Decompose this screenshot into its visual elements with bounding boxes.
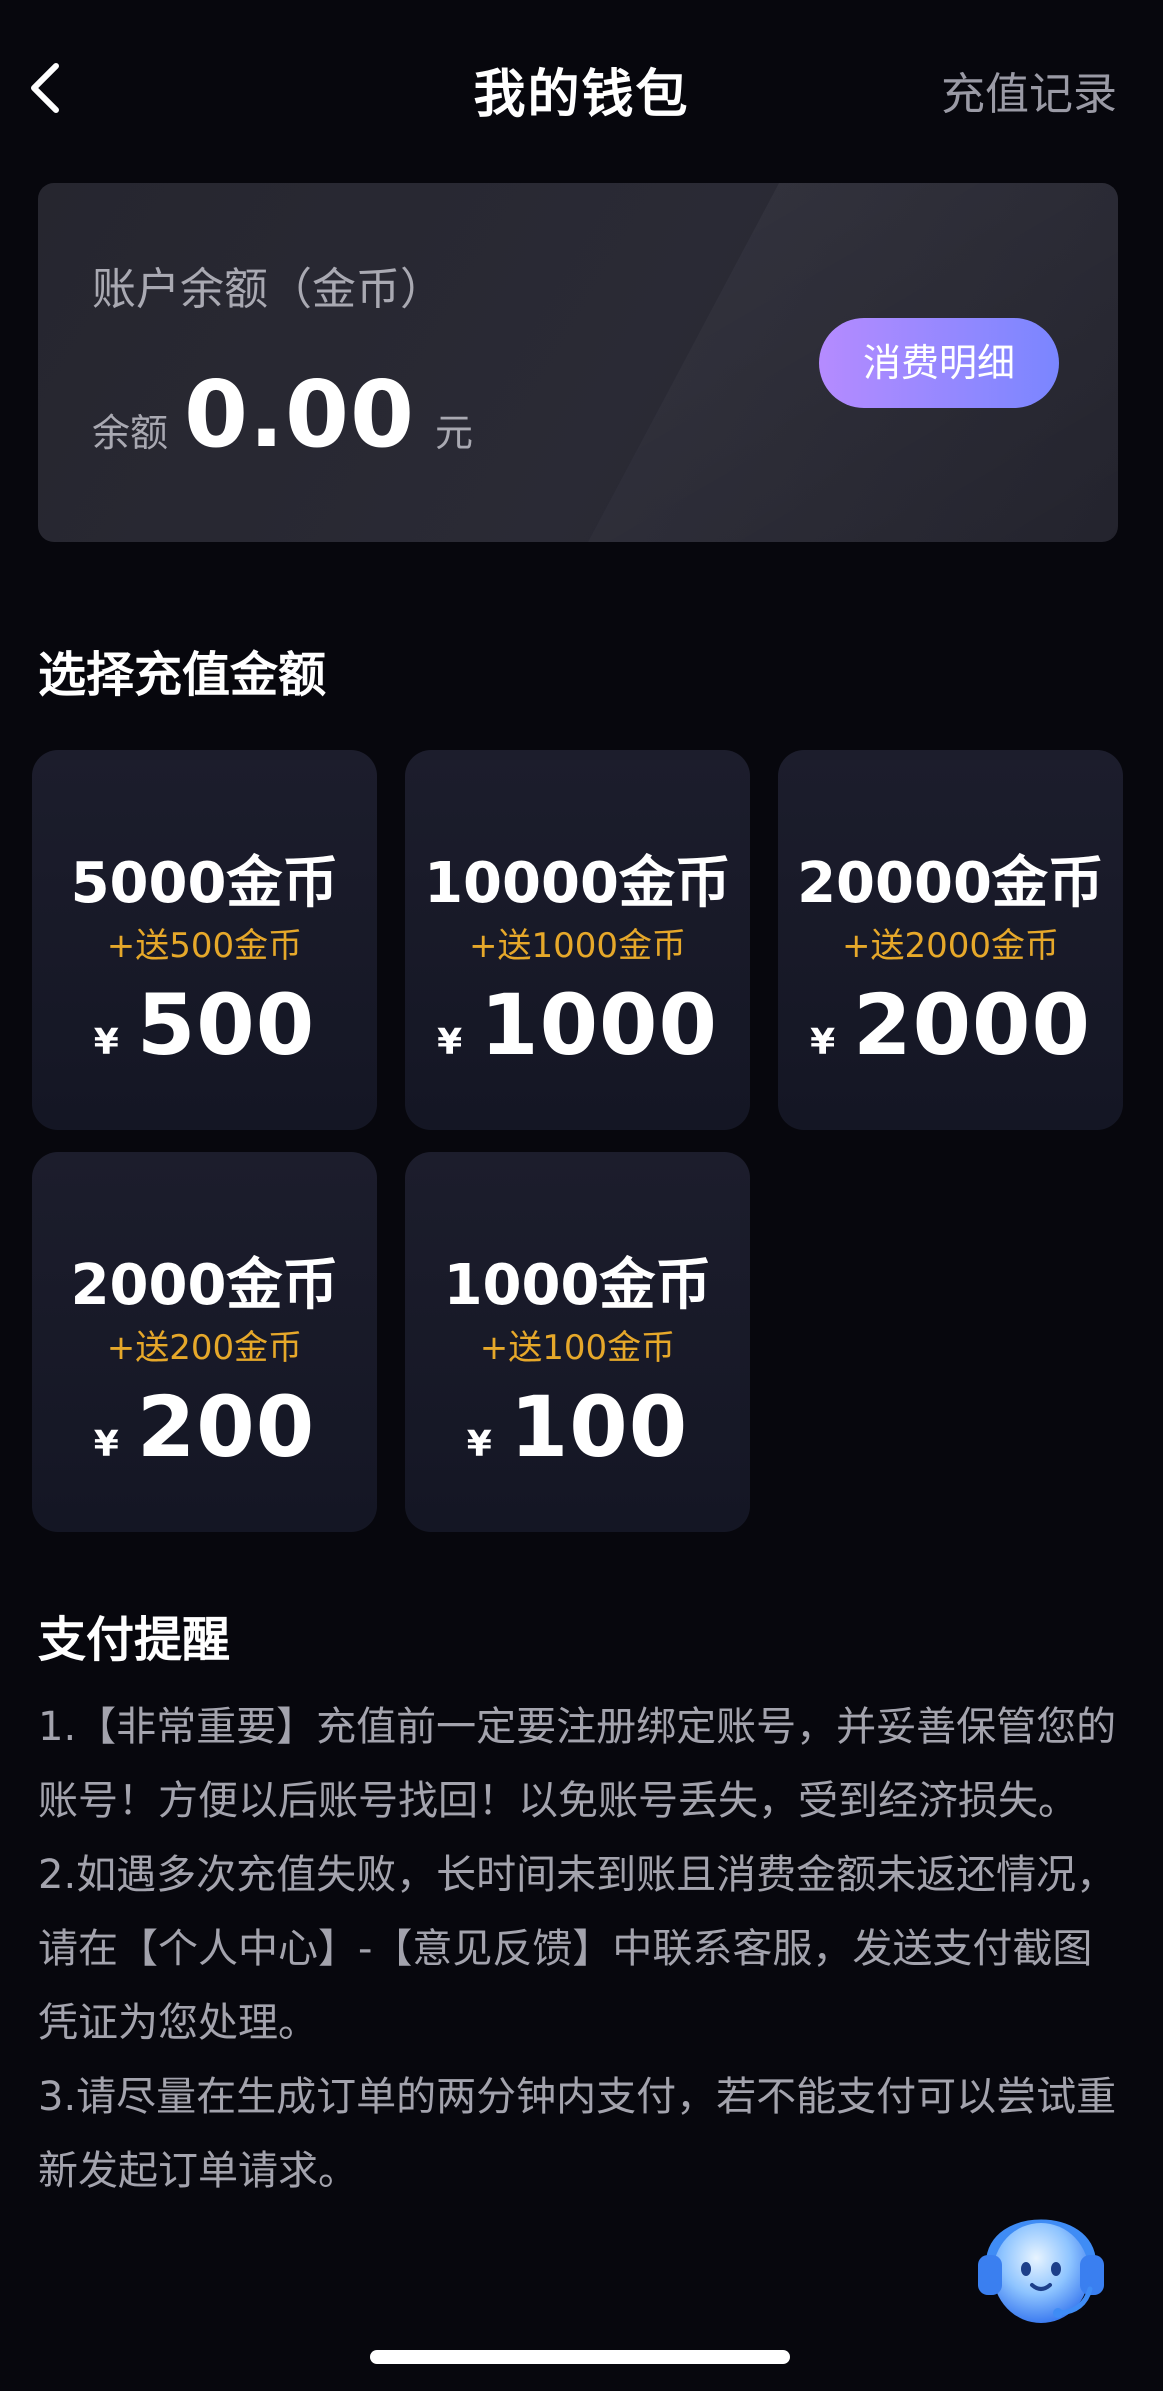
balance-amount: 0.00 xyxy=(184,361,416,468)
home-indicator xyxy=(370,2350,790,2364)
recharge-option-2000[interactable]: 2000金币 +送200金币 ¥ 200 xyxy=(32,1152,377,1532)
balance-card: 账户余额（金币） 余额 0.00 元 消费明细 xyxy=(38,183,1118,542)
option-price: ¥ 100 xyxy=(405,1378,750,1476)
recharge-section-title: 选择充值金额 xyxy=(38,647,327,703)
option-bonus: +送500金币 xyxy=(106,926,303,966)
option-bonus: +送100金币 xyxy=(479,1328,676,1368)
recharge-option-1000[interactable]: 1000金币 +送100金币 ¥ 100 xyxy=(405,1152,750,1532)
balance-unit: 元 xyxy=(435,411,474,455)
customer-service-button[interactable] xyxy=(962,2185,1120,2335)
payment-notice: 1.【非常重要】充值前一定要注册绑定账号，并妥善保管您的账号！方便以后账号找回！… xyxy=(38,1690,1128,2208)
recharge-option-5000[interactable]: 5000金币 +送500金币 ¥ 500 xyxy=(32,750,377,1130)
option-coins: 5000金币 xyxy=(70,851,339,916)
balance-row: 余额 0.00 元 xyxy=(92,361,473,468)
consumption-detail-button[interactable]: 消费明细 xyxy=(819,318,1059,408)
option-bonus: +送1000金币 xyxy=(468,926,686,966)
balance-label: 账户余额（金币） xyxy=(92,264,444,315)
currency-symbol: ¥ xyxy=(93,1424,119,1465)
notice-item: 2.如遇多次充值失败，长时间未到账且消费金额未返还情况，请在【个人中心】-【意见… xyxy=(38,1852,1117,2046)
currency-symbol: ¥ xyxy=(466,1424,492,1465)
balance-prefix: 余额 xyxy=(92,411,169,455)
option-amount: 2000 xyxy=(853,976,1091,1074)
option-amount: 500 xyxy=(136,976,316,1074)
header: 我的钱包 充值记录 xyxy=(0,0,1163,170)
option-coins: 20000金币 xyxy=(797,851,1104,916)
currency-symbol: ¥ xyxy=(810,1022,836,1063)
recharge-history-link[interactable]: 充值记录 xyxy=(941,58,1117,122)
customer-service-icon xyxy=(978,2219,1104,2323)
option-amount: 1000 xyxy=(480,976,718,1074)
option-bonus: +送2000金币 xyxy=(841,926,1059,966)
notice-item: 1.【非常重要】充值前一定要注册绑定账号，并妥善保管您的账号！方便以后账号找回！… xyxy=(38,1704,1117,1824)
option-coins: 10000金币 xyxy=(424,851,731,916)
currency-symbol: ¥ xyxy=(93,1022,119,1063)
option-bonus: +送200金币 xyxy=(106,1328,303,1368)
payment-notice-title: 支付提醒 xyxy=(38,1612,231,1668)
option-coins: 2000金币 xyxy=(70,1253,339,1318)
option-amount: 100 xyxy=(509,1378,689,1476)
option-price: ¥ 2000 xyxy=(778,976,1123,1074)
option-price: ¥ 1000 xyxy=(405,976,750,1074)
option-price: ¥ 500 xyxy=(32,976,377,1074)
recharge-option-20000[interactable]: 20000金币 +送2000金币 ¥ 2000 xyxy=(778,750,1123,1130)
option-coins: 1000金币 xyxy=(443,1253,712,1318)
option-price: ¥ 200 xyxy=(32,1378,377,1476)
option-amount: 200 xyxy=(136,1378,316,1476)
recharge-option-10000[interactable]: 10000金币 +送1000金币 ¥ 1000 xyxy=(405,750,750,1130)
currency-symbol: ¥ xyxy=(437,1022,463,1063)
